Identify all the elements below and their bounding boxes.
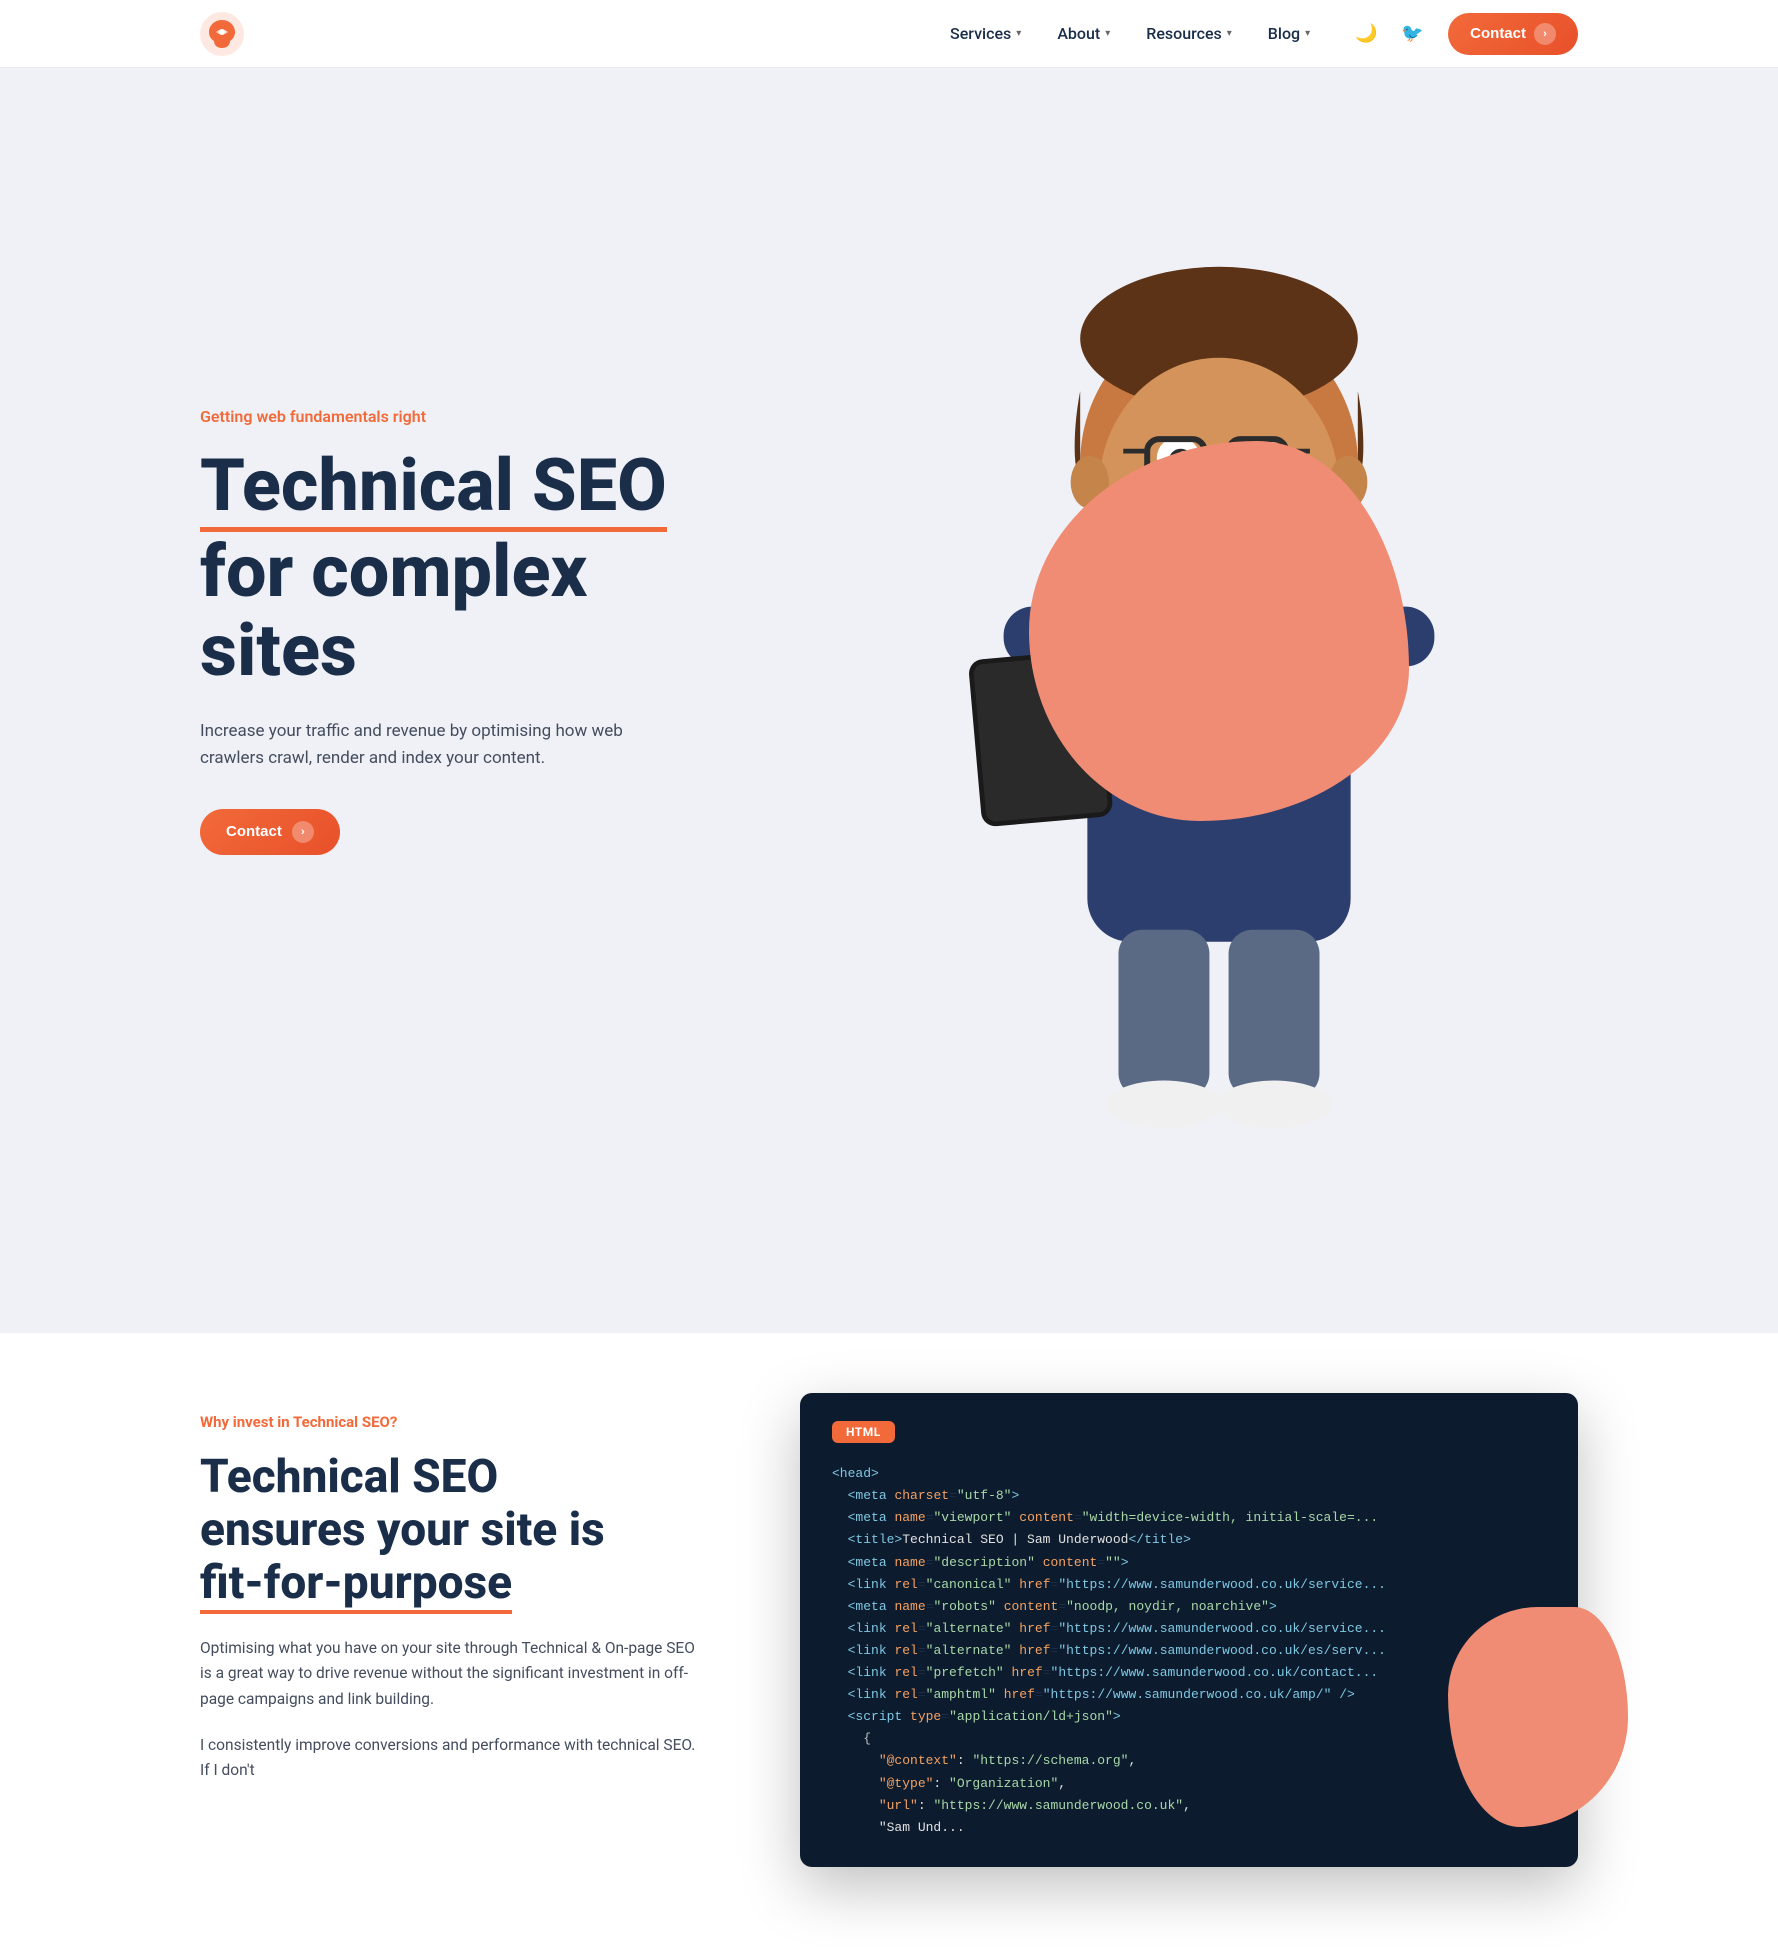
code-content: <head> <meta charset="utf-8"> <meta name…	[832, 1463, 1546, 1839]
hero-image-area	[860, 128, 1578, 1133]
hero-eyebrow: Getting web fundamentals right	[200, 407, 860, 426]
logo[interactable]	[200, 12, 244, 56]
second-section: Why invest in Technical SEO? Technical S…	[0, 1333, 1778, 1947]
hero-contact-button[interactable]: Contact ›	[200, 809, 340, 855]
hero-title-line3: sites	[200, 608, 357, 693]
chevron-down-icon: ▾	[1227, 28, 1232, 39]
section-title-line2: ensures your site is	[200, 1503, 605, 1557]
nav-services-label: Services	[950, 24, 1011, 43]
section-title-underline: fit-for-purpose	[200, 1556, 512, 1614]
code-tab-html: HTML	[832, 1421, 895, 1443]
twitter-button[interactable]: 🐦	[1396, 18, 1428, 50]
hero-title-line2: for complex	[200, 529, 587, 614]
nav-about-label: About	[1057, 24, 1100, 43]
nav-blog-label: Blog	[1268, 24, 1300, 43]
section-blob	[1448, 1607, 1628, 1827]
section-eyebrow: Why invest in Technical SEO?	[200, 1413, 700, 1431]
nav-contact-label: Contact	[1470, 25, 1526, 42]
nav-about[interactable]: About ▾	[1057, 24, 1110, 43]
moon-icon: 🌙	[1355, 23, 1377, 44]
hero-section: Getting web fundamentals right Technical…	[0, 68, 1778, 1213]
arrow-icon: ›	[292, 821, 314, 843]
second-content: Why invest in Technical SEO? Technical S…	[200, 1413, 700, 1783]
hero-content: Getting web fundamentals right Technical…	[200, 407, 860, 855]
section-desc-1: Optimising what you have on your site th…	[200, 1636, 700, 1713]
nav-icon-buttons: 🌙 🐦	[1350, 18, 1428, 50]
nav-services[interactable]: Services ▾	[950, 24, 1021, 43]
hero-title: Technical SEO for complex sites	[200, 446, 860, 691]
nav-resources[interactable]: Resources ▾	[1146, 24, 1232, 43]
dark-mode-button[interactable]: 🌙	[1350, 18, 1382, 50]
chevron-down-icon: ▾	[1016, 28, 1021, 39]
nav-resources-label: Resources	[1146, 24, 1222, 43]
hero-cta-label: Contact	[226, 823, 282, 840]
code-block: HTML <head> <meta charset="utf-8"> <meta…	[800, 1393, 1578, 1867]
section-title: Technical SEO ensures your site is fit-f…	[200, 1451, 700, 1610]
hero-title-line1: Technical SEO	[200, 446, 667, 532]
chevron-down-icon: ▾	[1105, 28, 1110, 39]
navbar: Services ▾ About ▾ Resources ▾ Blog ▾ 🌙 …	[0, 0, 1778, 68]
arrow-icon: ›	[1534, 23, 1556, 45]
hero-bottom-spacer	[0, 1213, 1778, 1333]
section-title-line1: Technical SEO	[200, 1450, 498, 1504]
hero-description: Increase your traffic and revenue by opt…	[200, 718, 680, 772]
chevron-down-icon: ▾	[1305, 28, 1310, 39]
nav-contact-button[interactable]: Contact ›	[1448, 13, 1578, 55]
nav-blog[interactable]: Blog ▾	[1268, 24, 1310, 43]
nav-links: Services ▾ About ▾ Resources ▾ Blog ▾	[950, 24, 1310, 43]
twitter-icon: 🐦	[1401, 23, 1423, 44]
section-desc-2: I consistently improve conversions and p…	[200, 1733, 700, 1784]
code-block-wrapper: HTML <head> <meta charset="utf-8"> <meta…	[800, 1393, 1578, 1867]
